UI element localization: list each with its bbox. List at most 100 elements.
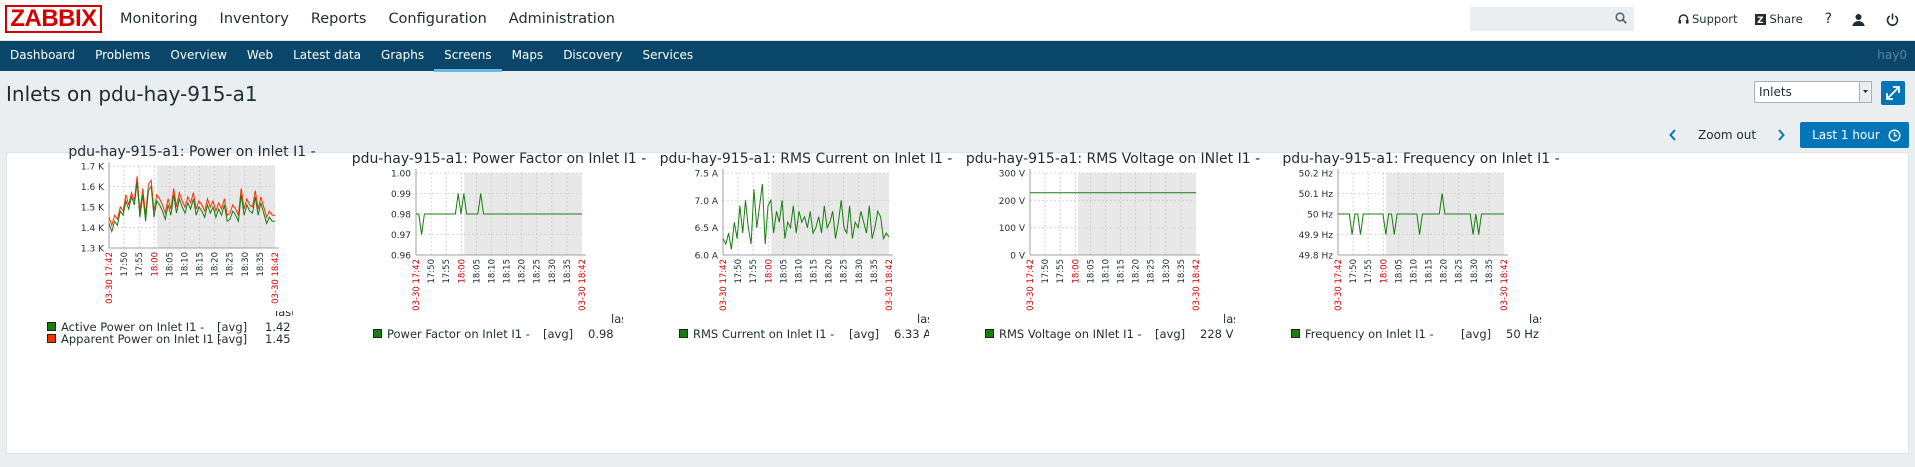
submenu-problems[interactable]: Problems [85,41,160,71]
x-tick-label: 18:05 [779,259,789,284]
x-tick-label: 18:00 [764,259,774,284]
submenu-web[interactable]: Web [237,41,283,71]
legend-item: RMS Voltage on INlet I1 -[avg]228 V22 [985,327,1235,341]
screen-select[interactable]: Inlets [1754,81,1872,103]
headset-icon [1678,13,1689,23]
x-tick-label: 18:25 [1147,259,1157,284]
help-link[interactable]: ? [1825,11,1832,27]
legend-series-name: RMS Current on Inlet I1 - [693,327,835,341]
x-tick-label: 18:30 [548,259,558,284]
y-tick-label: 0.98 [391,211,411,221]
legend-swatch [373,329,382,338]
plot-shaded-region [1386,173,1504,255]
menu-configuration[interactable]: Configuration [377,0,497,41]
legend-header-last: last [1223,312,1235,326]
chart-legend: lastrRMS Voltage on INlet I1 -[avg]228 V… [985,311,1235,351]
x-tick-label: 17:55 [135,252,145,277]
menu-administration[interactable]: Administration [498,0,626,41]
top-bar: ZABBIX Monitoring Inventory Reports Conf… [0,0,1915,41]
legend-swatch [985,329,994,338]
x-tick-label: 18:00 [1071,259,1081,284]
y-tick-label: 0 V [1010,252,1026,262]
submenu-maps[interactable]: Maps [502,41,554,71]
x-tick-label: 18:15 [1425,259,1435,284]
legend-header-last: last [611,312,623,326]
x-tick-label: 17:50 [1349,259,1359,284]
sub-menu-bar: Dashboard Problems Overview Web Latest d… [0,41,1915,72]
series-line-0 [1338,193,1504,235]
x-tick-label: 18:10 [1409,259,1419,284]
share-link[interactable]: Z Share [1755,12,1803,26]
time-range-label: Last 1 hour [1812,128,1880,142]
series-line-0 [416,193,582,235]
support-label: Support [1692,12,1738,26]
menu-monitoring[interactable]: Monitoring [109,0,209,41]
chart-title: pdu-hay-915-a1: Power on Inlet I1 - [68,144,316,160]
y-tick-label: 1.3 K [81,245,105,255]
chart-3-svg: 300 V 200 V 100 V 0 V03-30 17:42 17:50 17:55 1… [999,169,1202,311]
legend-last-value: 228 V [1200,327,1234,341]
x-tick-label: 18:30 [1470,259,1480,284]
zabbix-logo[interactable]: ZABBIX [5,5,102,33]
x-tick-label: 18:30 [1162,259,1172,284]
legend-series-name: Apparent Power on Inlet I1 - [61,332,222,346]
y-tick-label: 7.0 A [695,197,719,207]
x-tick-label: 17:50 [427,259,437,284]
plot-area [1338,173,1504,255]
legend-last-value: 0.98 [588,327,614,341]
search-icon[interactable] [1615,12,1627,24]
submenu-latest-data[interactable]: Latest data [283,41,371,71]
y-tick-label: 50.2 Hz [1299,170,1334,180]
signout-link[interactable] [1886,13,1902,26]
support-link[interactable]: Support [1678,12,1737,26]
x-tick-label: 18:30 [241,252,251,277]
time-forward-button[interactable] [1768,123,1794,147]
y-tick-label: 100 V [999,224,1026,234]
legend-func: [avg] [1461,327,1492,341]
plot-shaded-region [464,173,582,255]
zoom-out-button[interactable]: Zoom out [1686,128,1768,142]
x-tick-label: 18:15 [1117,259,1127,284]
chevron-down-icon [1859,82,1871,102]
legend-swatch [679,329,688,338]
submenu-screens[interactable]: Screens [434,41,502,72]
submenu-discovery[interactable]: Discovery [553,41,632,71]
x-tick-label: 18:05 [472,259,482,284]
fullscreen-button[interactable] [1881,81,1905,105]
submenu-overview[interactable]: Overview [160,41,237,71]
plot-area [416,173,582,255]
chart-0-svg: 1.7 K 1.6 K 1.5 K 1.4 K 1.3 K03-30 17:42 17:5… [81,162,281,304]
chart-legend: lastmiFrequency on Inlet I1 -[avg]50 Hz4… [1291,311,1541,351]
x-tick-label: 18:10 [794,259,804,284]
x-tick-label: 03-30 17:42 [1026,259,1036,311]
submenu-dashboard[interactable]: Dashboard [0,41,85,71]
time-range-button[interactable]: Last 1 hour [1800,122,1909,148]
x-tick-label: 03-30 17:42 [105,252,115,304]
x-tick-label: 18:35 [563,259,573,284]
profile-link[interactable] [1852,13,1868,26]
submenu-services[interactable]: Services [632,41,703,71]
legend-item: Apparent Power on Inlet I1 -[avg] 1.45 KV… [47,332,293,346]
legend-series-name: Power Factor on Inlet I1 - [387,327,530,341]
y-tick-label: 0.97 [391,231,411,241]
x-tick-label: 18:05 [1394,259,1404,284]
search-input[interactable] [1470,7,1634,31]
menu-inventory[interactable]: Inventory [209,0,300,41]
y-tick-label: 7.5 A [695,170,719,180]
x-tick-label: 18:20 [518,259,528,284]
y-tick-label: 1.6 K [81,183,105,193]
x-tick-label: 18:15 [196,252,206,277]
x-tick-label: 17:55 [1056,259,1066,284]
x-tick-label: 18:00 [1379,259,1389,284]
plot-shaded-region [771,173,889,255]
time-back-button[interactable] [1660,123,1686,147]
help-icon: ? [1824,11,1833,27]
x-tick-label: 03-30 18:42 [885,259,895,311]
x-tick-label: 18:25 [226,252,236,277]
chart-4-svg: 50.2 Hz50.1 Hz50 Hz49.9 Hz49.8 Hz03-30 1… [1299,169,1510,311]
submenu-graphs[interactable]: Graphs [371,41,434,71]
y-tick-label: 50.1 Hz [1299,190,1334,200]
menu-reports[interactable]: Reports [300,0,378,41]
y-tick-label: 49.9 Hz [1299,231,1334,241]
legend-item: RMS Current on Inlet I1 -[avg]6.33 A6 [679,327,929,341]
